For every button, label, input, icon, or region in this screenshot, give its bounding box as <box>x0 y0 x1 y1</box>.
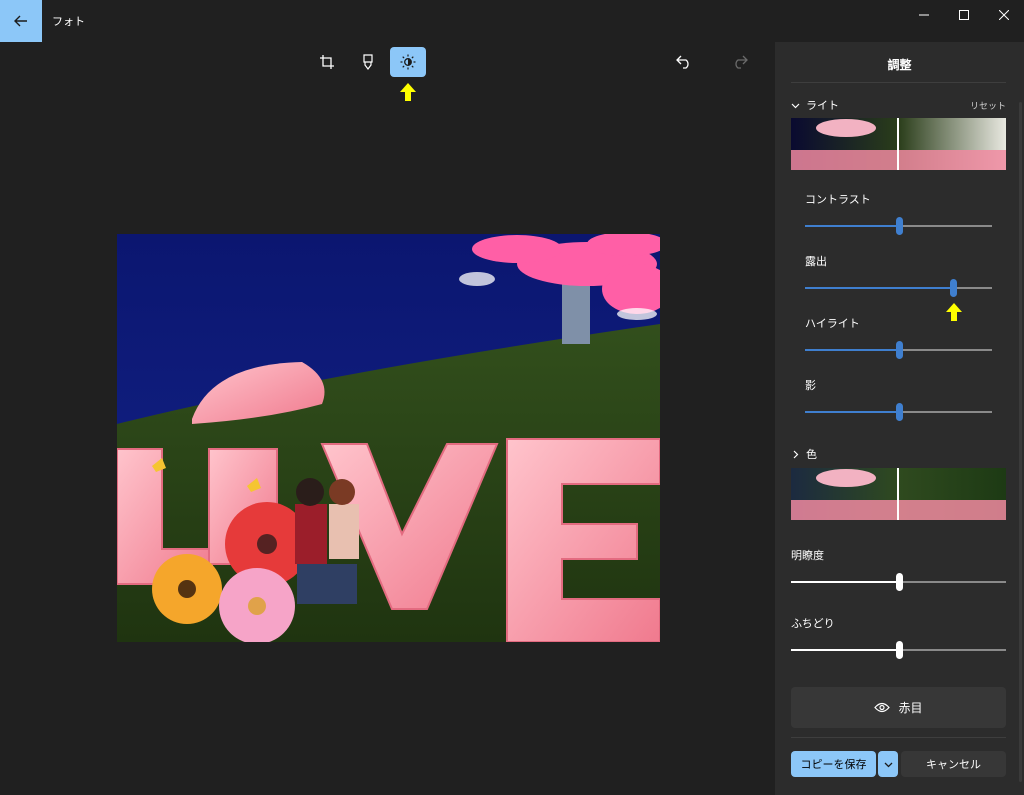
app-title: フォト <box>52 15 85 28</box>
exposure-slider-thumb[interactable] <box>949 279 957 297</box>
highlights-slider[interactable] <box>805 341 992 359</box>
exposure-label: 露出 <box>805 255 827 268</box>
photos-window: フォト 調整 ライト リセット コントラスト 露出 ハイライト 影 色 明瞭度 … <box>0 0 1024 795</box>
minimize-icon <box>919 14 929 16</box>
adjust-panel: 調整 ライト リセット コントラスト 露出 ハイライト 影 色 明瞭度 ふちどり… <box>775 42 1024 795</box>
edited-photo[interactable] <box>117 234 660 642</box>
clarity-slider-thumb[interactable] <box>895 573 903 591</box>
panel-scrollbar[interactable] <box>1019 102 1022 782</box>
color-section-label: 色 <box>806 448 817 461</box>
brightness-adjust-icon <box>400 54 416 70</box>
light-preview-strip[interactable] <box>791 118 1006 170</box>
markup-pen-icon <box>363 54 373 70</box>
maximize-button[interactable] <box>944 0 984 30</box>
red-eye-button[interactable]: 赤目 <box>791 687 1006 728</box>
reset-link[interactable]: リセット <box>970 99 1006 112</box>
chevron-down-icon <box>884 762 892 767</box>
photo-scene <box>117 234 660 642</box>
shadows-slider[interactable] <box>805 403 992 421</box>
close-button[interactable] <box>984 0 1024 30</box>
clarity-label: 明瞭度 <box>791 549 824 562</box>
close-icon <box>999 10 1009 20</box>
contrast-label: コントラスト <box>805 193 871 206</box>
shadows-label: 影 <box>805 379 816 392</box>
light-section-label: ライト <box>806 99 839 112</box>
arrow-left-icon <box>14 15 27 27</box>
markup-tool-button[interactable] <box>350 47 386 77</box>
exposure-slider[interactable] <box>805 279 992 297</box>
yellow-arrow-marker-exposure <box>946 303 962 321</box>
cancel-button[interactable]: キャンセル <box>901 751 1006 777</box>
contrast-slider-thumb[interactable] <box>895 217 903 235</box>
vignette-slider-thumb[interactable] <box>895 641 903 659</box>
adjust-tool-button[interactable] <box>390 47 426 77</box>
crop-tool-button[interactable] <box>309 47 345 77</box>
contrast-slider[interactable] <box>805 217 992 235</box>
minimize-button[interactable] <box>904 0 944 30</box>
vignette-label: ふちどり <box>791 617 835 630</box>
shadows-slider-thumb[interactable] <box>895 403 903 421</box>
save-options-dropdown[interactable] <box>878 751 898 777</box>
title-bar: フォト <box>0 0 1024 42</box>
vignette-slider[interactable] <box>791 641 1006 659</box>
yellow-arrow-marker-toolbar <box>400 83 416 101</box>
panel-divider-bottom <box>791 737 1006 738</box>
highlights-label: ハイライト <box>805 317 860 330</box>
red-eye-label: 赤目 <box>898 701 923 715</box>
panel-title: 調整 <box>887 58 912 72</box>
highlights-slider-thumb[interactable] <box>895 341 903 359</box>
undo-button[interactable] <box>666 47 702 77</box>
light-section-toggle[interactable]: ライト <box>791 97 839 113</box>
color-section-toggle[interactable]: 色 <box>791 446 817 462</box>
color-preview-strip[interactable] <box>791 468 1006 520</box>
chevron-right-icon <box>793 450 799 458</box>
clarity-slider[interactable] <box>791 573 1006 591</box>
maximize-icon <box>959 10 969 20</box>
panel-divider <box>791 82 1006 83</box>
redo-button[interactable] <box>722 47 758 77</box>
redo-icon <box>735 55 748 69</box>
eye-icon <box>874 702 891 713</box>
crop-icon <box>320 55 334 69</box>
save-copy-button[interactable]: コピーを保存 <box>791 751 876 777</box>
undo-icon <box>676 55 689 69</box>
chevron-down-icon <box>791 103 800 108</box>
back-button[interactable] <box>0 0 42 42</box>
